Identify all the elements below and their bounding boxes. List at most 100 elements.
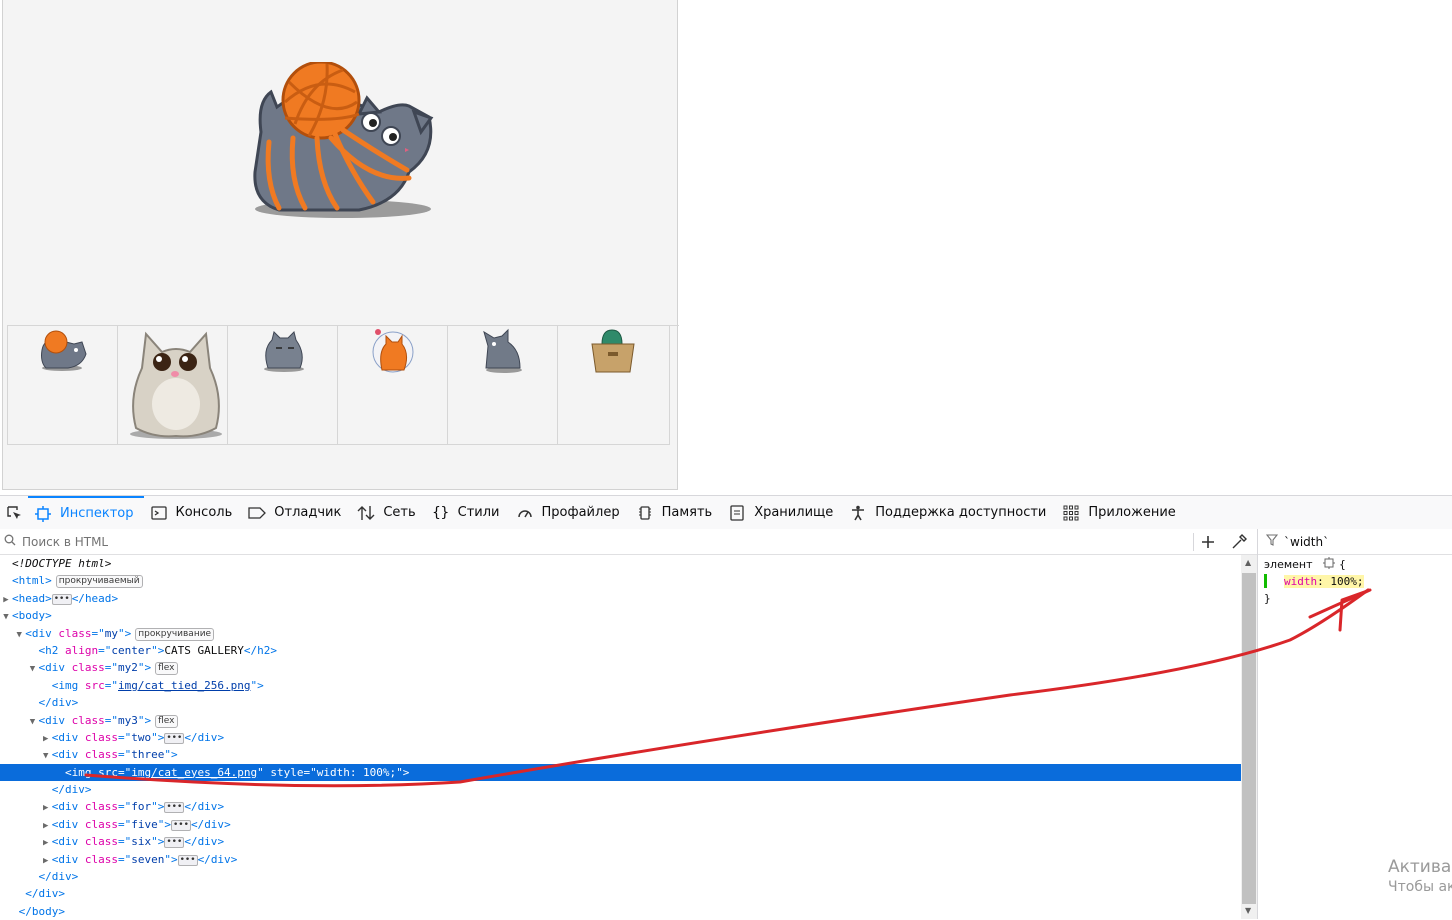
cat-standing-icon — [483, 328, 522, 373]
tab-label: Хранилище — [754, 505, 834, 520]
thumb-seven[interactable] — [557, 326, 670, 445]
tree-node[interactable]: <html> прокручиваемый — [0, 572, 1241, 589]
tab-style-editor[interactable]: {} Стили — [426, 496, 510, 529]
tab-accessibility[interactable]: Поддержка доступности — [843, 496, 1056, 529]
collapsed-dots-icon[interactable]: ••• — [164, 732, 185, 744]
console-icon — [150, 504, 168, 522]
cat-thumb-icon — [41, 330, 87, 371]
flex-badge[interactable]: flex — [155, 714, 178, 728]
rule-selector: элемент — [1264, 558, 1313, 571]
cat-eyes-icon — [130, 331, 222, 439]
tree-node[interactable]: ▶ <head> ••• </head> — [0, 590, 1241, 607]
changed-marker — [1264, 574, 1267, 588]
tree-node[interactable]: </div> — [0, 694, 1241, 711]
scroll-down-icon[interactable]: ▼ — [1245, 906, 1251, 915]
tab-network[interactable]: Сеть — [351, 496, 425, 529]
inspector-icon — [34, 505, 52, 523]
tree-node[interactable]: <img src="img/cat_tied_256.png"> — [0, 677, 1241, 694]
tab-debugger[interactable]: Отладчик — [242, 496, 351, 529]
collapsed-dots-icon[interactable]: ••• — [51, 593, 72, 605]
scrollbar-thumb[interactable] — [1242, 573, 1256, 904]
tree-node[interactable]: ▼ <div class="my3"> flex — [0, 712, 1241, 729]
tab-console[interactable]: Консоль — [144, 496, 243, 529]
tab-storage[interactable]: Хранилище — [722, 496, 843, 529]
thumb-five[interactable] — [337, 326, 447, 445]
node-highlight-icon[interactable] — [1323, 557, 1336, 569]
tree-node[interactable]: ▼ <body> — [0, 607, 1241, 624]
css-value[interactable]: 100%; — [1330, 575, 1363, 588]
filter-icon — [1265, 534, 1280, 549]
collapsed-dots-icon[interactable]: ••• — [164, 837, 185, 849]
tree-node[interactable]: ▼ <div class="my"> прокручивание — [0, 625, 1241, 642]
rules-panel: `width` элемент { width: 100%; } Актива … — [1257, 529, 1452, 919]
activation-watermark: Актива Чтобы ак — [1388, 857, 1452, 895]
tab-inspector[interactable]: Инспектор — [28, 496, 144, 529]
collapsed-dots-icon[interactable]: ••• — [171, 819, 191, 831]
add-node-icon[interactable] — [1198, 532, 1218, 552]
cat-tied-image — [253, 62, 434, 218]
tree-node[interactable]: ▶ <div class="seven"> ••• </div> — [0, 851, 1241, 868]
css-property[interactable]: width — [1284, 575, 1317, 588]
css-declaration[interactable]: width: 100%; — [1264, 573, 1452, 590]
tree-node[interactable]: <!DOCTYPE html> — [0, 555, 1241, 572]
network-icon — [357, 504, 375, 522]
html-search-bar[interactable]: Поиск в HTML — [0, 529, 1257, 555]
tree-node[interactable]: ▶ <div class="two"> ••• </div> — [0, 729, 1241, 746]
eyedropper-icon[interactable] — [1229, 532, 1249, 552]
filter-input[interactable]: `width` — [1284, 535, 1329, 549]
tab-application[interactable]: Приложение — [1056, 496, 1185, 529]
thumb-six[interactable] — [447, 326, 557, 445]
tab-label: Приложение — [1088, 505, 1176, 520]
tree-node[interactable]: ▼ <div class="my2"> flex — [0, 659, 1241, 676]
thumb-two[interactable] — [7, 326, 117, 445]
tree-node[interactable]: ▶ <div class="for"> ••• </div> — [0, 798, 1241, 815]
search-icon — [4, 534, 20, 549]
tree-node[interactable]: </div> — [0, 868, 1241, 885]
tree-node-selected[interactable]: <img src="img/cat_eyes_64.png" style="wi… — [0, 763, 1241, 782]
tab-label: Инспектор — [60, 506, 134, 521]
debugger-icon — [248, 504, 267, 522]
memory-icon — [636, 504, 654, 522]
tab-profiler[interactable]: Профайлер — [510, 496, 630, 529]
markup-tree[interactable]: <!DOCTYPE html> <html> прокручиваемый ▶ <h… — [0, 555, 1241, 919]
thumb-three[interactable] — [117, 326, 227, 445]
tab-label: Сеть — [383, 505, 416, 520]
scroll-up-icon[interactable]: ▲ — [1245, 558, 1251, 567]
collapsed-dots-icon[interactable]: ••• — [164, 802, 185, 814]
scroll-badge[interactable]: прокручиваемый — [55, 575, 143, 589]
markup-scrollbar[interactable]: ▲ ▼ — [1241, 555, 1257, 919]
page-preview — [0, 0, 1452, 495]
cat-sleepy-icon — [264, 331, 304, 372]
scroll-badge[interactable]: прокручивание — [135, 627, 215, 641]
element-style-rule: элемент { width: 100%; } — [1258, 556, 1452, 607]
tab-memory[interactable]: Память — [630, 496, 723, 529]
tree-node[interactable]: ▶ <div class="five"> ••• </div> — [0, 816, 1241, 833]
thumbnail-row — [7, 325, 679, 446]
accessibility-icon — [849, 504, 867, 522]
cats-gallery-page — [2, 0, 679, 490]
tab-label: Стили — [457, 505, 500, 520]
markup-panel: Поиск в HTML <!DOCTYPE html> <html> прокр… — [0, 529, 1257, 919]
tree-node[interactable]: ▶ <div class="six"> ••• </div> — [0, 833, 1241, 850]
search-input[interactable]: Поиск в HTML — [22, 535, 108, 549]
tree-node[interactable]: <h2 align="center">CATS GALLERY</h2> — [0, 642, 1241, 659]
devtools-toolbar: Инспектор Консоль Отладчик Сеть {} Стили… — [0, 495, 1452, 530]
tree-node[interactable]: </div> — [0, 781, 1241, 798]
collapsed-dots-icon[interactable]: ••• — [177, 854, 198, 866]
tab-label: Память — [661, 505, 713, 520]
storage-icon — [728, 504, 746, 522]
tree-node[interactable]: ▼ <div class="three"> — [0, 746, 1241, 763]
style-editor-icon: {} — [432, 504, 450, 521]
style-filter-bar[interactable]: `width` — [1258, 529, 1452, 555]
divider — [1193, 533, 1194, 551]
thumb-for[interactable] — [227, 326, 337, 445]
tree-node[interactable]: </body> — [0, 903, 1241, 920]
cat-orange-icon — [372, 329, 414, 373]
cat-box-icon — [591, 329, 635, 373]
element-picker-icon[interactable] — [0, 496, 28, 529]
profiler-icon — [516, 504, 534, 522]
application-icon — [1062, 504, 1080, 522]
tab-label: Консоль — [175, 505, 233, 520]
flex-badge[interactable]: flex — [155, 662, 178, 676]
tree-node[interactable]: </div> — [0, 885, 1241, 902]
